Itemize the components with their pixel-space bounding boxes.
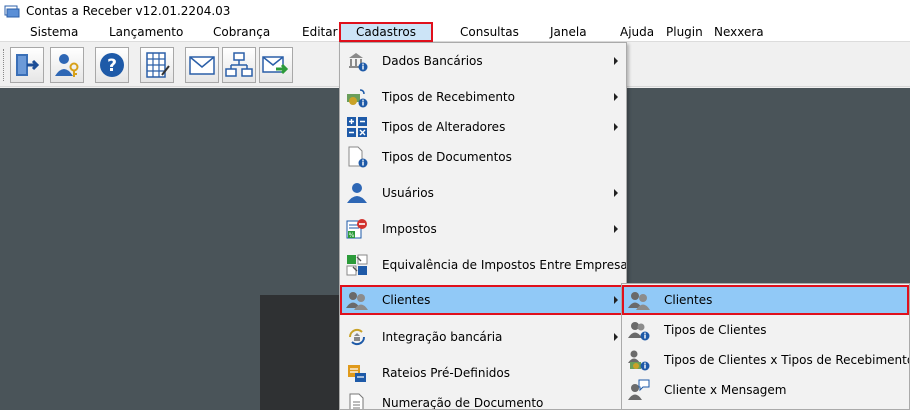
- svg-text:?: ?: [107, 56, 117, 76]
- receipt-types-icon: [347, 89, 368, 108]
- menu-item-tipos-de-documentos[interactable]: Tipos de Documentos: [340, 142, 626, 172]
- envelope-icon: [189, 56, 215, 75]
- document-numbering-icon: [349, 393, 364, 409]
- menu-item-label: Usuários: [382, 186, 434, 200]
- client-receipt-types-icon: [628, 350, 650, 371]
- app-icon: [4, 5, 20, 18]
- submenu-arrow-icon: [614, 225, 618, 233]
- submenu-item-label: Clientes: [664, 293, 713, 307]
- help-icon: ?: [100, 53, 124, 77]
- menu-consultas[interactable]: Consultas: [460, 22, 519, 42]
- submenu-arrow-icon: [614, 93, 618, 101]
- send-mail-icon: [262, 56, 289, 75]
- document-info-icon: [348, 146, 368, 168]
- menu-item-impostos[interactable]: % Impostos: [340, 214, 626, 244]
- spreadsheet-button[interactable]: [140, 47, 174, 83]
- submenu-item-clientes[interactable]: Clientes: [622, 285, 909, 315]
- help-button[interactable]: ?: [95, 47, 129, 83]
- submenu-item-cliente-x-mensagem[interactable]: Cliente x Mensagem: [622, 375, 909, 405]
- submenu-arrow-icon: [614, 189, 618, 197]
- submenu-item-label: Tipos de Clientes: [664, 323, 767, 337]
- menu-editar[interactable]: Editar: [302, 22, 338, 42]
- menu-item-label: Clientes: [382, 293, 431, 307]
- apportionment-icon: [348, 365, 366, 382]
- menu-item-equivalencia-impostos[interactable]: Equivalência de Impostos Entre Empresas: [340, 250, 626, 280]
- menu-nexxera[interactable]: Nexxera: [714, 22, 764, 42]
- network-button[interactable]: [222, 47, 256, 83]
- send-mail-button[interactable]: [259, 47, 293, 83]
- toolbar-grip[interactable]: [3, 49, 6, 81]
- user-icon: [347, 183, 367, 203]
- menu-item-numeracao-de-documento[interactable]: Numeração de Documento: [340, 388, 626, 410]
- menu-lancamento[interactable]: Lançamento: [109, 22, 183, 42]
- menu-janela[interactable]: Janela: [550, 22, 587, 42]
- menu-item-clientes[interactable]: Clientes: [340, 285, 626, 315]
- menu-item-rateios-pre-definidos[interactable]: Rateios Pré-Definidos: [340, 358, 626, 388]
- submenu-item-label: Cliente x Mensagem: [664, 383, 787, 397]
- calculator-icon: [347, 117, 367, 137]
- submenu-item-tipos-de-clientes[interactable]: Tipos de Clientes: [622, 315, 909, 345]
- menu-item-integracao-bancaria[interactable]: Integração bancária: [340, 322, 626, 352]
- spreadsheet-icon: [146, 52, 170, 78]
- menu-item-label: Equivalência de Impostos Entre Empresas: [382, 258, 627, 272]
- menu-item-label: Tipos de Recebimento: [382, 90, 515, 104]
- user-key-button[interactable]: [50, 47, 84, 83]
- clients-icon: [628, 292, 650, 310]
- bank-info-icon: [349, 53, 368, 72]
- network-icon: [225, 52, 253, 77]
- menu-item-tipos-de-alteradores[interactable]: Tipos de Alteradores: [340, 112, 626, 142]
- bank-integration-icon: [348, 328, 366, 346]
- menu-ajuda[interactable]: Ajuda: [620, 22, 654, 42]
- menu-cadastros[interactable]: Cadastros: [339, 22, 433, 42]
- menu-item-label: Impostos: [382, 222, 437, 236]
- submenu-item-label: Tipos de Clientes x Tipos de Recebimento: [664, 353, 910, 367]
- cadastros-menu: Dados Bancários Tipos de Recebimento Tip…: [339, 42, 627, 410]
- user-key-icon: [55, 54, 79, 77]
- menu-item-label: Tipos de Alteradores: [382, 120, 506, 134]
- tax-icon: %: [346, 219, 367, 239]
- submenu-arrow-icon: [614, 333, 618, 341]
- clientes-submenu: Clientes Tipos de Clientes Tipos de Clie…: [621, 283, 910, 410]
- menu-item-label: Numeração de Documento: [382, 396, 544, 410]
- title-bar: Contas a Receber v12.01.2204.03: [0, 0, 910, 22]
- menu-item-label: Rateios Pré-Definidos: [382, 366, 510, 380]
- submenu-arrow-icon: [614, 123, 618, 131]
- menu-item-label: Integração bancária: [382, 330, 503, 344]
- menu-item-label: Tipos de Documentos: [382, 150, 512, 164]
- exit-button[interactable]: [10, 47, 44, 83]
- menu-sistema[interactable]: Sistema: [30, 22, 78, 42]
- client-message-icon: [628, 379, 650, 400]
- menu-cobranca[interactable]: Cobrança: [213, 22, 270, 42]
- exit-door-icon: [16, 54, 40, 76]
- clients-icon: [346, 292, 368, 310]
- window-title: Contas a Receber v12.01.2204.03: [26, 4, 231, 18]
- tax-equivalence-icon: [346, 254, 368, 276]
- menu-plugin[interactable]: Plugin: [666, 22, 703, 42]
- client-types-icon: [628, 322, 650, 341]
- svg-text:%: %: [349, 232, 355, 239]
- menu-item-tipos-de-recebimento[interactable]: Tipos de Recebimento: [340, 82, 626, 112]
- submenu-arrow-icon: [614, 57, 618, 65]
- submenu-item-clientes-x-recebimento[interactable]: Tipos de Clientes x Tipos de Recebimento: [622, 345, 909, 375]
- menu-item-usuarios[interactable]: Usuários: [340, 178, 626, 208]
- menu-item-dados-bancarios[interactable]: Dados Bancários: [340, 46, 626, 76]
- submenu-arrow-icon: [614, 296, 618, 304]
- menu-bar: Sistema Lançamento Cobrança Editar Cadas…: [0, 22, 910, 42]
- envelope-button[interactable]: [185, 47, 219, 83]
- menu-item-label: Dados Bancários: [382, 54, 483, 68]
